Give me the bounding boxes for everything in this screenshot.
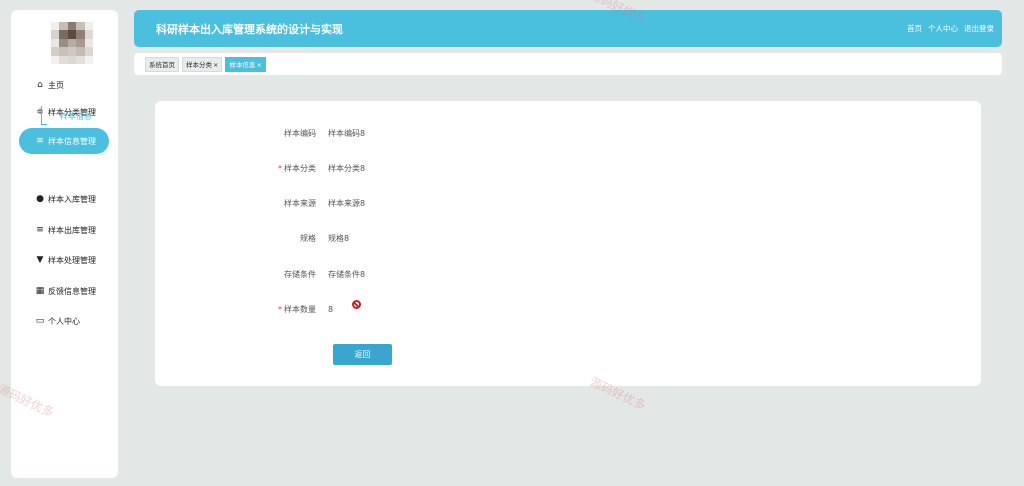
sidebar-item-label: 样本入库管理 [48, 194, 96, 204]
list-icon: ≡ [36, 136, 44, 146]
sidebar-item-sample-info[interactable]: ≡ 样本信息管理 [19, 128, 109, 154]
sidebar-item-home[interactable]: ⌂ 主页 [19, 72, 109, 98]
sidebar-item-personal-center[interactable]: ▭ 个人中心 [19, 308, 109, 334]
header-links: 首页 个人中心 退出登录 [907, 23, 994, 34]
back-button[interactable]: 返回 [333, 344, 392, 365]
home-icon: ⌂ [37, 80, 43, 90]
form-row-sample-code: 样本编码 样本编码8 [155, 126, 981, 140]
tab-sample-category[interactable]: 样本分类× [182, 56, 223, 72]
sample-code-value: 样本编码8 [328, 128, 366, 138]
sidebar-item-label: 主页 [48, 80, 64, 90]
form-row-storage-condition: 存储条件 存储条件8 [155, 267, 981, 281]
card-icon: ▭ [35, 316, 45, 326]
spec-value: 规格8 [328, 233, 350, 243]
tab-sample-info[interactable]: 样本信息× [225, 56, 266, 72]
top-header: 科研样本出入库管理系统的设计与实现 首页 个人中心 退出登录 [134, 10, 1002, 47]
form-row-sample-category: * 样本分类 样本分类8 [155, 161, 981, 175]
field-label: * 样本数量 [155, 304, 328, 315]
sample-source-value: 样本来源8 [328, 198, 366, 208]
close-icon[interactable]: × [213, 61, 218, 69]
filter-icon: ▼ [36, 255, 44, 265]
form-row-sample-source: 样本来源 样本来源8 [155, 196, 981, 210]
field-label: 规格 [155, 233, 328, 244]
field-label: 样本来源 [155, 198, 328, 209]
field-label-text: 样本分类 [284, 163, 316, 173]
sidebar-item-label: 样本信息管理 [48, 136, 96, 146]
field-label-text: 样本编码 [284, 128, 316, 138]
sidebar-item-feedback[interactable]: ▦ 反馈信息管理 [19, 278, 109, 304]
personal-center-link[interactable]: 个人中心 [928, 23, 958, 34]
app-title: 科研样本出入库管理系统的设计与实现 [156, 22, 343, 36]
sidebar-item-sample-out[interactable]: ≡ 样本出库管理 [19, 217, 109, 243]
required-mark: * [278, 163, 282, 173]
not-allowed-cursor-icon [352, 300, 361, 309]
list-icon: ≡ [36, 225, 44, 235]
tab-label: 样本信息 [229, 60, 256, 69]
avatar[interactable] [51, 22, 93, 64]
close-icon[interactable]: × [256, 61, 261, 69]
sidebar-item-label: 反馈信息管理 [48, 286, 96, 296]
submenu-item-sample-info[interactable]: 样本信息 [60, 111, 92, 122]
field-label-text: 存储条件 [284, 269, 316, 279]
sidebar-item-label: 样本处理管理 [48, 255, 96, 265]
field-label-text: 规格 [300, 233, 316, 243]
form-row-sample-quantity: * 样本数量 8 [155, 302, 981, 316]
grid-icon: ▦ [35, 286, 45, 296]
home-link[interactable]: 首页 [907, 23, 922, 34]
field-label-text: 样本数量 [284, 304, 316, 314]
field-label: 样本编码 [155, 128, 328, 139]
tabs-bar: 系统首页 样本分类× 样本信息× [134, 53, 1002, 75]
logout-link[interactable]: 退出登录 [964, 23, 994, 34]
sidebar-item-label: 样本出库管理 [48, 225, 96, 235]
sample-quantity-value: 8 [328, 304, 334, 314]
user-icon: ● [36, 194, 44, 204]
required-mark: * [278, 304, 282, 314]
sample-category-value: 样本分类8 [328, 163, 366, 173]
tab-label: 系统首页 [149, 60, 175, 69]
field-label: 存储条件 [155, 269, 328, 280]
form-row-spec: 规格 规格8 [155, 231, 981, 245]
sidebar-item-sample-process[interactable]: ▼ 样本处理管理 [19, 247, 109, 273]
submenu-connector [41, 106, 47, 125]
sidebar-item-label: 个人中心 [48, 316, 80, 326]
field-label-text: 样本来源 [284, 198, 316, 208]
storage-condition-value: 存储条件8 [328, 269, 366, 279]
field-label: * 样本分类 [155, 163, 328, 174]
tab-system-home[interactable]: 系统首页 [145, 56, 179, 72]
tab-label: 样本分类 [186, 60, 212, 69]
detail-form-panel: 样本编码 样本编码8 * 样本分类 样本分类8 样本来源 样本来源8 规格 规格8… [155, 101, 981, 386]
sidebar-item-sample-in[interactable]: ● 样本入库管理 [19, 186, 109, 212]
